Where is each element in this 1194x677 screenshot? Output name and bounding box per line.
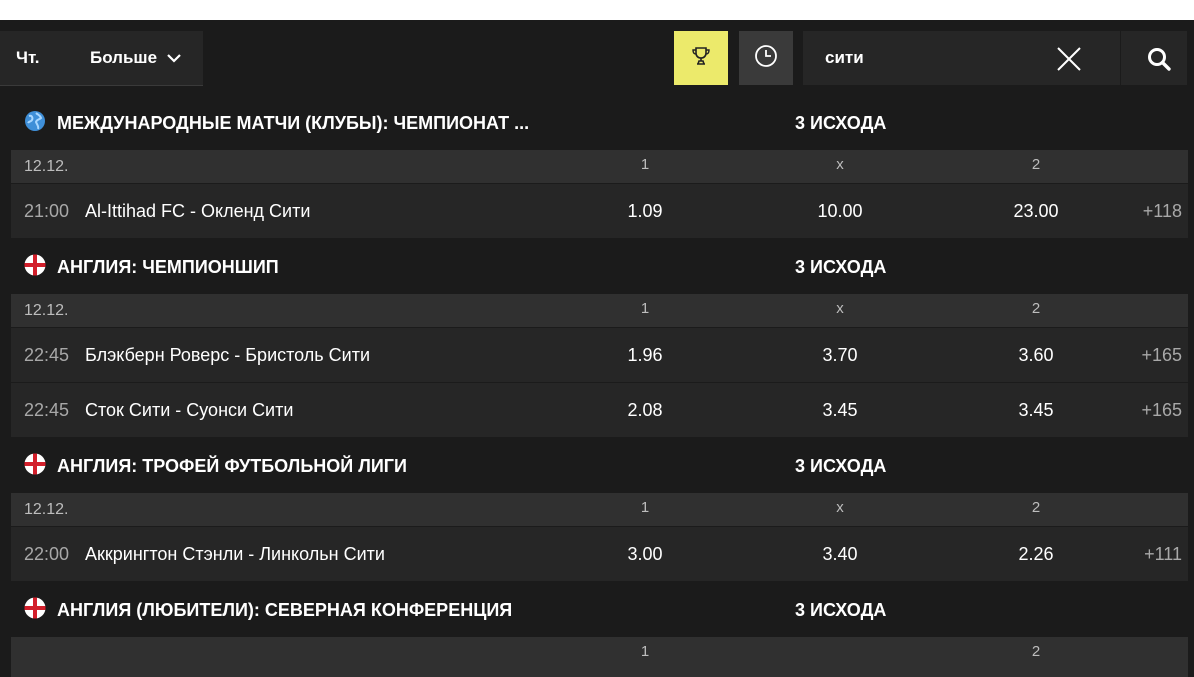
date-header: 1 2 <box>11 637 1188 677</box>
col-header-1: 1 <box>640 156 650 173</box>
market-label: 3 ИСХОДА <box>795 600 887 620</box>
col-header-x: x <box>836 300 844 317</box>
odd-home[interactable]: 3.00 <box>600 544 690 565</box>
globe-icon <box>24 110 46 132</box>
match-date: 12.12. <box>24 158 69 175</box>
date-header: 12.12. 1 x 2 <box>11 493 1188 526</box>
league-name: АНГЛИЯ: ЧЕМПИОНШИП <box>57 257 279 277</box>
search-input[interactable] <box>825 47 1045 69</box>
date-header: 12.12. 1 x 2 <box>11 294 1188 327</box>
league-name: АНГЛИЯ: ТРОФЕЙ ФУТБОЛЬНОЙ ЛИГИ <box>57 456 407 476</box>
england-flag-icon <box>24 254 46 276</box>
search-icon[interactable] <box>1146 46 1172 72</box>
col-header-x: x <box>836 156 844 173</box>
league-header[interactable]: АНГЛИЯ: ЧЕМПИОНШИП 3 ИСХОДА <box>11 238 1188 294</box>
col-header-2: 2 <box>1031 643 1041 660</box>
more-markets[interactable]: +118 <box>1143 201 1182 222</box>
clock-button[interactable] <box>739 31 793 85</box>
more-markets[interactable]: +165 <box>1141 400 1182 421</box>
league-name: АНГЛИЯ (ЛЮБИТЕЛИ): СЕВЕРНАЯ КОНФЕРЕНЦИЯ <box>57 600 513 620</box>
col-header-1: 1 <box>640 499 650 516</box>
date-header: 12.12. 1 x 2 <box>11 150 1188 183</box>
league-header[interactable]: АНГЛИЯ (ЛЮБИТЕЛИ): СЕВЕРНАЯ КОНФЕРЕНЦИЯ … <box>11 581 1188 637</box>
match-row[interactable]: 21:00 Al-Ittihad FC - Окленд Сити 1.09 1… <box>11 183 1188 238</box>
league-header[interactable]: АНГЛИЯ: ТРОФЕЙ ФУТБОЛЬНОЙ ЛИГИ 3 ИСХОДА <box>11 437 1188 493</box>
league-name: МЕЖДУНАРОДНЫЕ МАТЧИ (КЛУБЫ): ЧЕМПИОНАТ .… <box>57 113 530 133</box>
market-label: 3 ИСХОДА <box>795 257 887 277</box>
col-header-1: 1 <box>640 300 650 317</box>
odd-home[interactable]: 1.96 <box>600 345 690 366</box>
match-teams[interactable]: Аккрингтон Стэнли - Линкольн Сити <box>85 544 385 565</box>
market-label: 3 ИСХОДА <box>795 113 887 133</box>
col-header-x: x <box>836 499 844 516</box>
col-header-1: 1 <box>640 643 650 660</box>
more-label: Больше <box>90 48 158 67</box>
match-row[interactable]: 22:45 Сток Сити - Суонси Сити 2.08 3.45 … <box>11 382 1188 437</box>
odd-away[interactable]: 23.00 <box>991 201 1081 222</box>
odd-away[interactable]: 3.60 <box>991 345 1081 366</box>
trophy-icon <box>690 45 712 72</box>
market-label: 3 ИСХОДА <box>795 456 887 476</box>
more-dropdown[interactable]: Больше <box>90 48 182 69</box>
match-time: 22:45 <box>24 400 70 420</box>
more-markets[interactable]: +165 <box>1141 345 1182 366</box>
league-header[interactable]: МЕЖДУНАРОДНЫЕ МАТЧИ (КЛУБЫ): ЧЕМПИОНАТ .… <box>11 94 1188 150</box>
events-list: МЕЖДУНАРОДНЫЕ МАТЧИ (КЛУБЫ): ЧЕМПИОНАТ .… <box>11 94 1188 677</box>
match-time: 22:45 <box>24 345 70 365</box>
odd-draw[interactable]: 3.40 <box>795 544 885 565</box>
match-date: 12.12. <box>24 302 69 319</box>
odd-away[interactable]: 3.45 <box>991 400 1081 421</box>
england-flag-icon <box>24 453 46 475</box>
odd-home[interactable]: 1.09 <box>600 201 690 222</box>
search-box <box>803 31 1187 85</box>
match-date: 12.12. <box>24 501 69 518</box>
odd-home[interactable]: 2.08 <box>600 400 690 421</box>
top-strip <box>0 0 1194 20</box>
toolbar: Чт. Больше <box>0 20 1194 94</box>
match-teams[interactable]: Al-Ittihad FC - Окленд Сити <box>85 201 310 222</box>
england-flag-icon <box>24 597 46 619</box>
odd-draw[interactable]: 10.00 <box>795 201 885 222</box>
match-row[interactable]: 22:45 Блэкберн Роверс - Бристоль Сити 1.… <box>11 327 1188 382</box>
search-divider <box>1120 31 1121 85</box>
clock-icon <box>754 44 778 73</box>
more-markets[interactable]: +111 <box>1144 544 1182 565</box>
col-header-2: 2 <box>1031 156 1041 173</box>
match-teams[interactable]: Блэкберн Роверс - Бристоль Сити <box>85 345 370 366</box>
match-teams[interactable]: Сток Сити - Суонси Сити <box>85 400 293 421</box>
odd-draw[interactable]: 3.45 <box>795 400 885 421</box>
match-time: 22:00 <box>24 544 70 564</box>
trophy-button[interactable] <box>674 31 728 85</box>
match-row[interactable]: 22:00 Аккрингтон Стэнли - Линкольн Сити … <box>11 526 1188 581</box>
tab-day[interactable]: Чт. <box>16 48 40 68</box>
odd-away[interactable]: 2.26 <box>991 544 1081 565</box>
day-tab-group: Чт. Больше <box>0 31 203 86</box>
col-header-2: 2 <box>1031 499 1041 516</box>
odd-draw[interactable]: 3.70 <box>795 345 885 366</box>
close-icon[interactable] <box>1055 45 1083 73</box>
match-time: 21:00 <box>24 201 70 221</box>
chevron-down-icon <box>166 49 182 69</box>
col-header-2: 2 <box>1031 300 1041 317</box>
